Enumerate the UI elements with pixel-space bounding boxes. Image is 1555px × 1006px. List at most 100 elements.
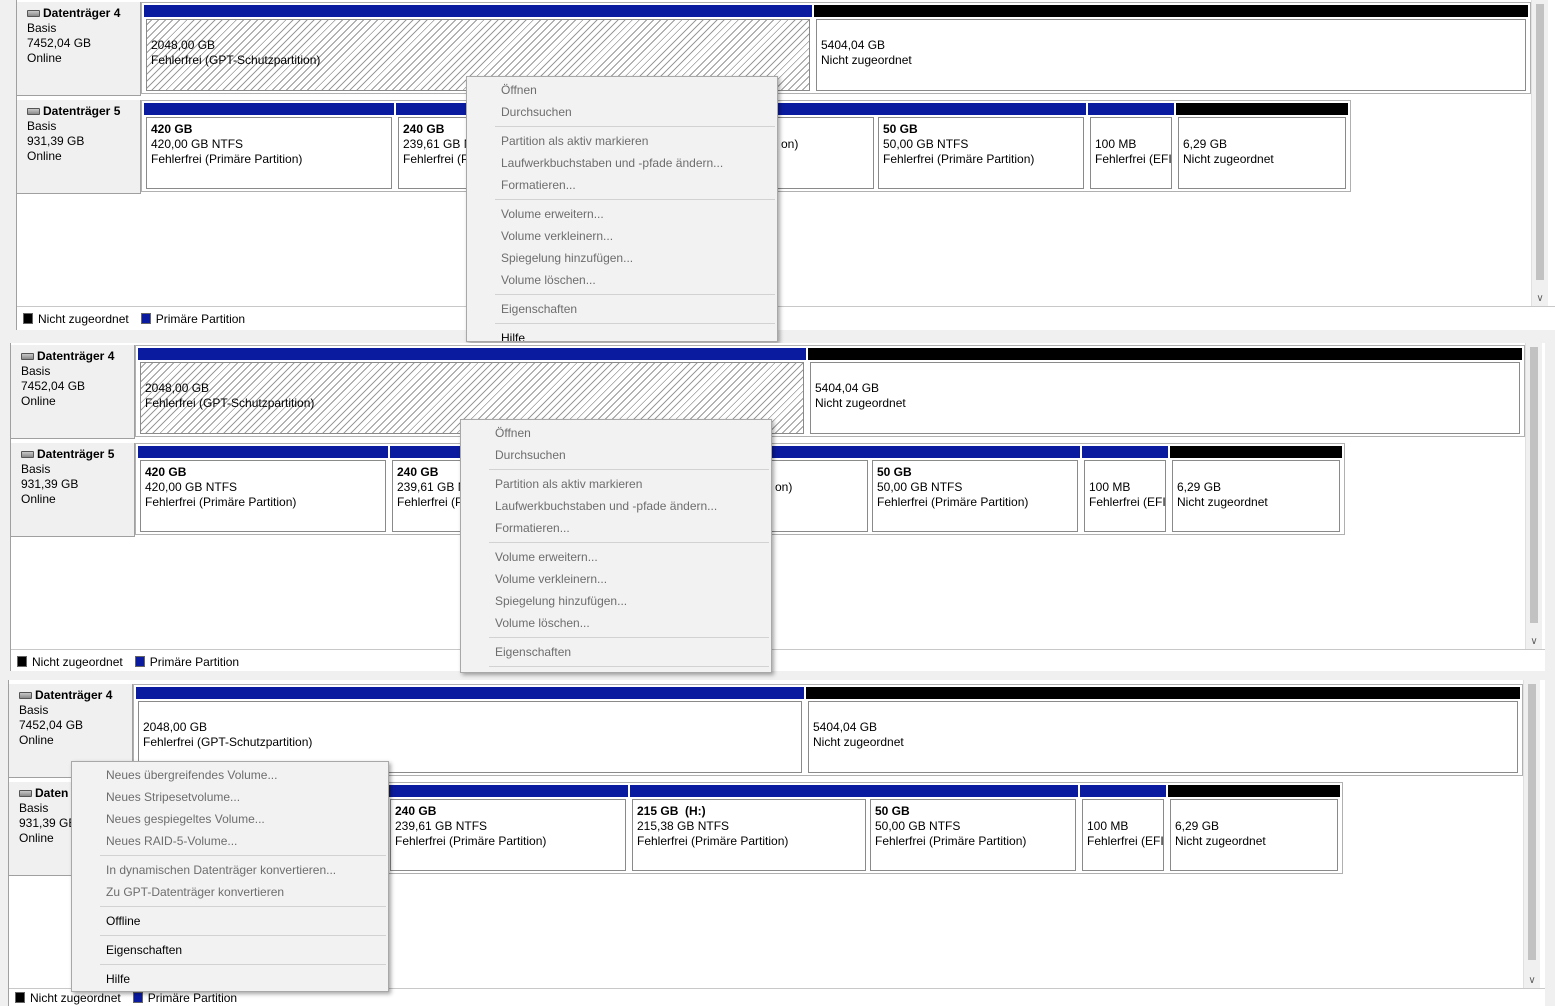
disk-label[interactable]: Datenträger 5 Basis 931,39 GB Online xyxy=(11,443,135,537)
partition-bar xyxy=(808,348,1522,360)
partition-bar xyxy=(144,5,812,17)
menu-item-help[interactable]: Hilfe xyxy=(72,968,388,990)
partition-50[interactable]: 50 GB 50,00 GB NTFS Fehlerfrei (Primäre … xyxy=(868,785,1078,873)
menu-item-new-spanned[interactable]: Neues übergreifendes Volume... xyxy=(72,764,388,786)
menu-item-shrink[interactable]: Volume verkleinern... xyxy=(467,225,777,247)
disk-name: Daten xyxy=(35,786,69,800)
partition-size: 5404,04 GB xyxy=(813,720,878,734)
menu-item-delete[interactable]: Volume löschen... xyxy=(467,269,777,291)
menu-item-format[interactable]: Formatieren... xyxy=(467,174,777,196)
menu-item-help[interactable]: Hilfe xyxy=(467,327,777,341)
menu-item-change-letter[interactable]: Laufwerkbuchstaben und -pfade ändern... xyxy=(461,495,771,517)
partition-size: 2048,00 GB xyxy=(151,38,216,52)
partition-detail: 100 MB xyxy=(1087,819,1129,833)
vertical-scrollbar[interactable]: ∨ xyxy=(1525,343,1542,649)
partition-body: 50 GB 50,00 GB NTFS Fehlerfrei (Primäre … xyxy=(878,117,1084,189)
partition-bar xyxy=(868,785,1078,797)
legend-item-unallocated: Nicht zugeordnet xyxy=(15,991,121,1005)
partition-420[interactable]: 420 GB 420,00 GB NTFS Fehlerfrei (Primär… xyxy=(144,103,394,191)
menu-item-convert-dynamic[interactable]: In dynamischen Datenträger konvertieren.… xyxy=(72,859,388,881)
partition-size: 5404,04 GB xyxy=(821,38,886,52)
disk-row-5[interactable]: Datenträger 5 Basis 931,39 GB Online 420… xyxy=(11,443,1545,537)
partition-unallocated[interactable]: 5404,04 GB Nicht zugeordnet xyxy=(808,348,1522,436)
menu-item-explore[interactable]: Durchsuchen xyxy=(461,444,771,466)
partition-status: Fehlerfrei (GPT-Schutzpartition) xyxy=(143,735,313,749)
menu-item-mark-active[interactable]: Partition als aktiv markieren xyxy=(461,473,771,495)
menu-item-properties[interactable]: Eigenschaften xyxy=(72,939,388,961)
menu-item-delete[interactable]: Volume löschen... xyxy=(461,612,771,634)
menu-separator xyxy=(495,294,775,295)
menu-item-open[interactable]: Öffnen xyxy=(461,422,771,444)
menu-item-shrink[interactable]: Volume verkleinern... xyxy=(461,568,771,590)
disk-row-4[interactable]: Datenträger 4 Basis 7452,04 GB Online 20… xyxy=(11,345,1545,439)
disk-icon xyxy=(27,10,40,17)
partition-bar xyxy=(1176,103,1348,115)
menu-separator xyxy=(489,469,769,470)
partition-efi[interactable]: 100 MB Fehlerfrei (EFI- xyxy=(1080,785,1166,873)
menu-item-add-mirror[interactable]: Spiegelung hinzufügen... xyxy=(467,247,777,269)
menu-separator xyxy=(100,935,386,936)
partition-unallocated[interactable]: 5404,04 GB Nicht zugeordnet xyxy=(806,687,1520,775)
disk-capacity: 931,39 GB xyxy=(27,134,85,148)
partition-detail: 420,00 GB NTFS xyxy=(151,137,244,151)
partition-title: 420 GB xyxy=(145,465,187,479)
menu-item-change-letter[interactable]: Laufwerkbuchstaben und -pfade ändern... xyxy=(467,152,777,174)
disk-type: Basis xyxy=(19,703,49,717)
partition-bar xyxy=(136,687,804,699)
scroll-down-icon[interactable]: ∨ xyxy=(1532,293,1548,304)
legend-label: Nicht zugeordnet xyxy=(30,990,121,1005)
disk-row-5[interactable]: Datenträger 5 Basis 931,39 GB Online 420… xyxy=(17,100,1555,194)
scroll-down-icon[interactable]: ∨ xyxy=(1524,975,1540,986)
partition-status: on) xyxy=(781,137,799,151)
partition-body: 100 MB Fehlerfrei (EFI- xyxy=(1084,460,1166,532)
disk-label[interactable]: Datenträger 4 Basis 7452,04 GB Online xyxy=(11,345,135,439)
disk-context-menu: Neues übergreifendes Volume... Neues Str… xyxy=(71,761,389,992)
partition-efi[interactable]: 100 MB Fehlerfrei (EFI- xyxy=(1088,103,1174,191)
partition-bar xyxy=(1168,785,1340,797)
scroll-down-icon[interactable]: ∨ xyxy=(1526,636,1542,647)
partition-status: Nicht zugeordnet xyxy=(1177,495,1268,509)
partition-420[interactable]: 420 GB 420,00 GB NTFS Fehlerfrei (Primär… xyxy=(138,446,388,534)
disk-row-4[interactable]: Datenträger 4 Basis 7452,04 GB Online 20… xyxy=(17,2,1555,96)
menu-item-format[interactable]: Formatieren... xyxy=(461,517,771,539)
disk-label[interactable]: Datenträger 4 Basis 7452,04 GB Online xyxy=(17,2,141,96)
partition-unallocated[interactable]: 5404,04 GB Nicht zugeordnet xyxy=(814,5,1528,93)
menu-item-extend[interactable]: Volume erweitern... xyxy=(467,203,777,225)
partition-title: 240 GB xyxy=(395,804,437,818)
menu-item-new-striped[interactable]: Neues Stripesetvolume... xyxy=(72,786,388,808)
menu-item-mark-active[interactable]: Partition als aktiv markieren xyxy=(467,130,777,152)
legend-item-primary: Primäre Partition xyxy=(132,990,238,1005)
partition-unallocated[interactable]: 6,29 GB Nicht zugeordnet xyxy=(1170,446,1342,534)
partition-50[interactable]: 50 GB 50,00 GB NTFS Fehlerfrei (Primäre … xyxy=(876,103,1086,191)
partition-efi[interactable]: 100 MB Fehlerfrei (EFI- xyxy=(1082,446,1168,534)
scrollbar-thumb[interactable] xyxy=(1528,684,1536,960)
menu-item-properties[interactable]: Eigenschaften xyxy=(467,298,777,320)
vertical-scrollbar[interactable]: ∨ xyxy=(1531,0,1548,306)
scrollbar-thumb[interactable] xyxy=(1536,4,1544,280)
partition-unallocated[interactable]: 6,29 GB Nicht zugeordnet xyxy=(1168,785,1340,873)
partition-215[interactable]: 215 GB (H:) 215,38 GB NTFS Fehlerfrei (P… xyxy=(630,785,868,873)
menu-item-convert-gpt[interactable]: Zu GPT-Datenträger konvertieren xyxy=(72,881,388,903)
partition-status: Nicht zugeordnet xyxy=(815,396,906,410)
vertical-scrollbar[interactable]: ∨ xyxy=(1523,680,1540,988)
partition-detail: 50,00 GB NTFS xyxy=(883,137,969,151)
disk-icon xyxy=(27,108,40,115)
partition-240[interactable]: 240 GB 239,61 GB NTFS Fehlerfrei (Primär… xyxy=(388,785,628,873)
menu-item-offline[interactable]: Offline xyxy=(72,910,388,932)
menu-item-properties[interactable]: Eigenschaften xyxy=(461,641,771,663)
menu-item-explore[interactable]: Durchsuchen xyxy=(467,101,777,123)
partition-unallocated[interactable]: 6,29 GB Nicht zugeordnet xyxy=(1176,103,1348,191)
menu-item-extend[interactable]: Volume erweitern... xyxy=(461,546,771,568)
disk-label[interactable]: Datenträger 5 Basis 931,39 GB Online xyxy=(17,100,141,194)
partition-status: Fehlerfrei (EFI- xyxy=(1089,495,1166,509)
partition-detail: 100 MB xyxy=(1089,480,1131,494)
menu-item-new-mirrored[interactable]: Neues gespiegeltes Volume... xyxy=(72,808,388,830)
partition-title: 215 GB (H:) xyxy=(637,804,706,818)
scrollbar-thumb[interactable] xyxy=(1530,347,1538,623)
legend-label: Primäre Partition xyxy=(147,990,238,1005)
menu-item-new-raid5[interactable]: Neues RAID-5-Volume... xyxy=(72,830,388,852)
partition-50[interactable]: 50 GB 50,00 GB NTFS Fehlerfrei (Primäre … xyxy=(870,446,1080,534)
partition-detail: 420,00 GB NTFS xyxy=(145,480,238,494)
menu-item-open[interactable]: Öffnen xyxy=(467,79,777,101)
menu-item-add-mirror[interactable]: Spiegelung hinzufügen... xyxy=(461,590,771,612)
